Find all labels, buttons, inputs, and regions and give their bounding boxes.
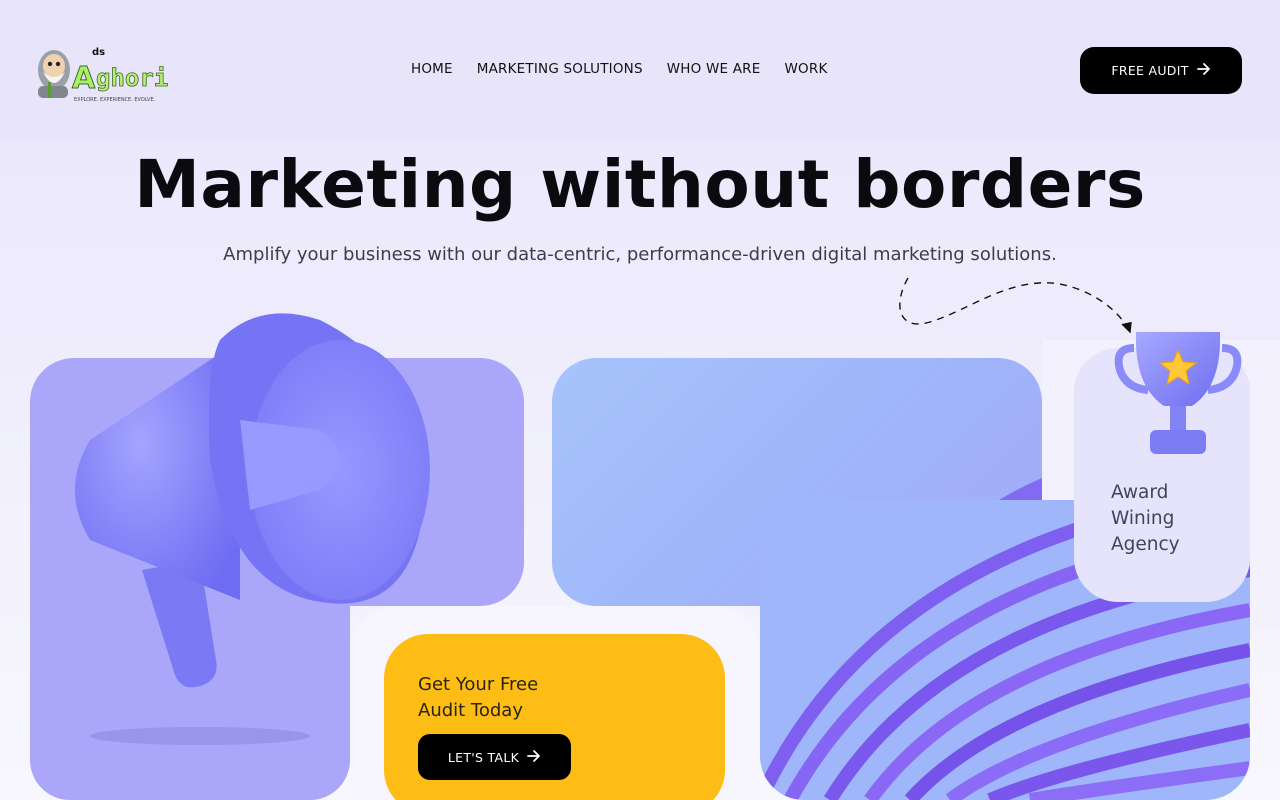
- main-nav: HOME MARKETING SOLUTIONS WHO WE ARE WORK: [411, 61, 828, 77]
- award-line-2: Wining: [1111, 508, 1175, 529]
- lets-talk-label: LET'S TALK: [447, 749, 520, 765]
- award-line-3: Agency: [1111, 534, 1180, 555]
- logo-prefix: ds: [92, 47, 105, 58]
- nav-item-who-we-are[interactable]: WHO WE ARE: [667, 61, 761, 77]
- brand-logo[interactable]: ds A ghori EXPLORE. EXPERIENCE. EVOLVE.: [34, 42, 174, 104]
- nav-item-marketing-solutions[interactable]: MARKETING SOLUTIONS: [477, 61, 643, 77]
- nav-item-home[interactable]: HOME: [411, 61, 453, 77]
- svg-text:EXPLORE. EXPERIENCE. EVOLVE.: EXPLORE. EXPERIENCE. EVOLVE.: [74, 97, 156, 103]
- svg-text:A: A: [72, 61, 96, 96]
- dashed-arrow-icon: [899, 277, 1132, 334]
- page-subtitle: Amplify your business with our data-cent…: [223, 244, 1057, 265]
- audit-card-text: Get Your Free Audit Today: [418, 672, 618, 724]
- arrow-right-icon: [1196, 62, 1211, 79]
- svg-text:ghori: ghori: [96, 64, 168, 92]
- page-title: Marketing without borders: [134, 146, 1146, 223]
- lets-talk-button[interactable]: LET'S TALK: [418, 734, 571, 780]
- free-audit-label: FREE AUDIT: [1111, 63, 1189, 78]
- free-audit-button[interactable]: FREE AUDIT: [1080, 47, 1242, 94]
- nav-item-work[interactable]: WORK: [784, 61, 827, 77]
- audit-line-1: Get Your Free: [418, 674, 539, 695]
- arrow-right-icon: [527, 749, 541, 766]
- award-line-1: Award: [1111, 482, 1169, 503]
- trophy-icon: [1114, 332, 1242, 454]
- audit-line-2: Audit Today: [418, 700, 523, 721]
- award-text: Award Wining Agency: [1111, 480, 1231, 558]
